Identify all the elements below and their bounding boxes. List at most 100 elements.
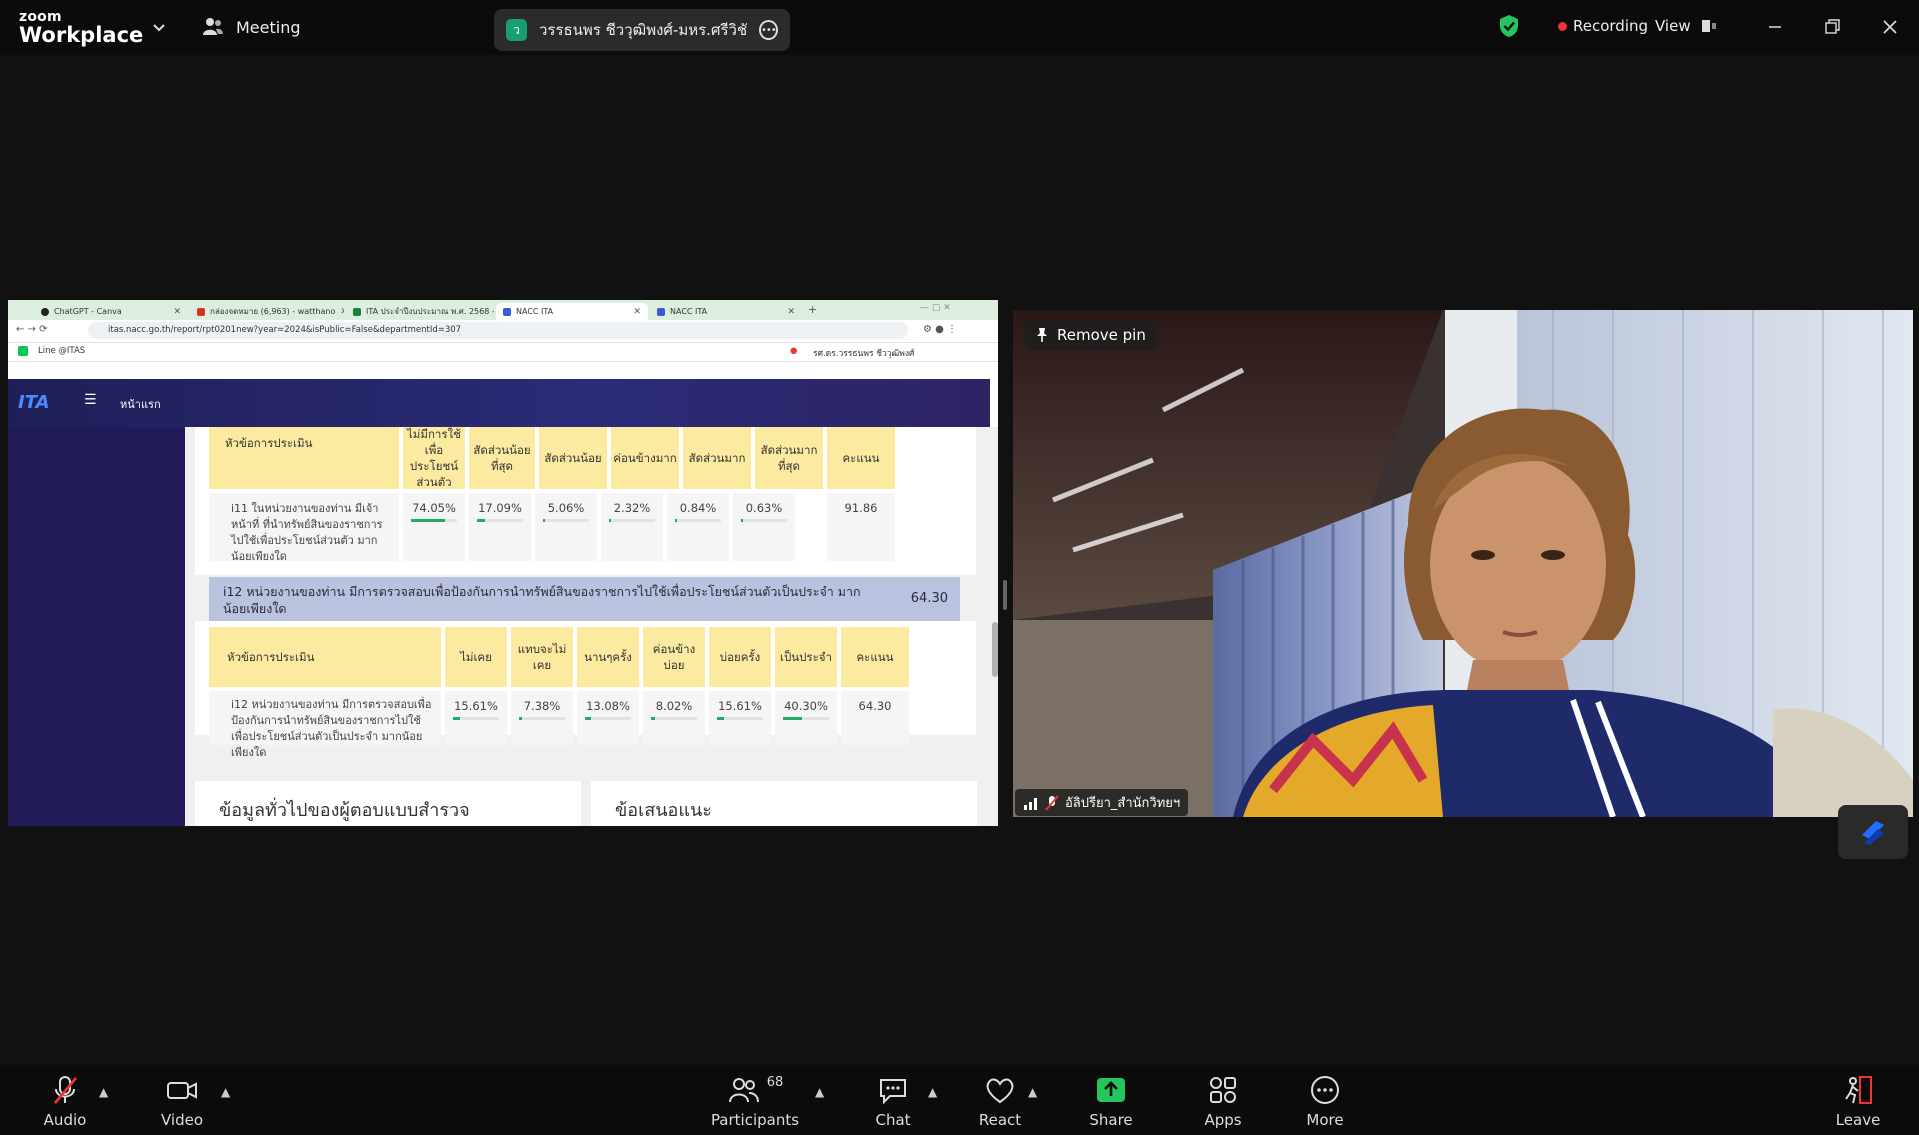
participants-button[interactable]: 68 Participants xyxy=(710,1075,800,1129)
site-left-nav xyxy=(8,427,185,826)
percent-cell: 2.32% xyxy=(601,493,663,561)
zoom-workplace-logo[interactable]: zoom Workplace xyxy=(19,10,143,46)
meeting-menu[interactable]: Meeting xyxy=(202,17,301,37)
hamburger-icon[interactable]: ☰ xyxy=(84,392,97,408)
percent-cell: 74.05% xyxy=(403,493,465,561)
share-button[interactable]: Share xyxy=(1066,1075,1156,1129)
nacc-icon xyxy=(657,307,665,316)
percent-cell: 0.63% xyxy=(733,493,795,561)
chat-options-caret-icon[interactable]: ▲ xyxy=(928,1085,937,1099)
row-title-text: i11 ในหน่วยงานของท่าน มีเจ้าหน้าที่ ที่น… xyxy=(231,502,383,563)
percent-value: 0.84% xyxy=(679,501,717,515)
speaker-name: วรรธนพร ชีววุฒิพงศ์-มหร.ศรีวิชัย's sc xyxy=(538,21,747,39)
percent-bar-fill xyxy=(453,717,460,720)
tab-label: กล่องจดหมาย (6,963) - watthano xyxy=(210,307,336,316)
tab-close-icon[interactable]: ✕ xyxy=(633,307,641,317)
percent-cell: 15.61% xyxy=(445,691,507,745)
ita-logo[interactable]: ITA xyxy=(18,392,50,413)
user-menu[interactable]: รศ.ดร.วรรธนพร ชีววุฒิพงศ์ xyxy=(813,346,914,360)
report-content: หัวข้อการประเมิน ไม่มีการใช้เพื่อประโยชน… xyxy=(185,427,998,826)
chat-button[interactable]: Chat xyxy=(848,1075,938,1129)
react-options-caret-icon[interactable]: ▲ xyxy=(1028,1085,1037,1099)
chevron-down-icon[interactable] xyxy=(152,20,166,34)
percent-value: 15.61% xyxy=(718,699,762,713)
restore-icon[interactable] xyxy=(1821,16,1843,38)
percent-value: 7.38% xyxy=(523,699,561,713)
apps-button[interactable]: Apps xyxy=(1178,1075,1268,1129)
more-button[interactable]: More xyxy=(1280,1075,1370,1129)
percent-cell: 13.08% xyxy=(577,691,639,745)
bell-icon[interactable]: ● xyxy=(790,346,797,356)
percent-cell: 17.09% xyxy=(469,493,531,561)
browser-tab[interactable]: กล่องจดหมาย (6,963) - watthano ✕ xyxy=(190,303,344,320)
percent-cell: 8.02% xyxy=(643,691,705,745)
app-logo-icon xyxy=(1862,821,1884,845)
percent-bar xyxy=(741,519,787,522)
percent-cell: 40.30% xyxy=(775,691,837,745)
video-button[interactable]: Video xyxy=(137,1075,227,1129)
participant-name: อัลิปรียา_สำนักวิทยฯ xyxy=(1065,796,1181,811)
percent-value: 8.02% xyxy=(655,699,693,713)
participants-options-caret-icon[interactable]: ▲ xyxy=(815,1085,824,1099)
browser-tab[interactable]: ITA ประจำปีงบประมาณ พ.ศ. 2568 -✕ xyxy=(346,303,494,320)
active-speaker-pill[interactable]: ว วรรธนพร ชีววุฒิพงศ์-มหร.ศรีวิชัย's sc … xyxy=(494,9,790,51)
home-link[interactable]: หน้าแรก xyxy=(120,395,161,413)
leave-label: Leave xyxy=(1835,1111,1881,1129)
tab-close-icon[interactable]: ✕ xyxy=(340,307,344,317)
shared-screen[interactable]: ChatGPT - Canva ✕ กล่องจดหมาย (6,963) - w… xyxy=(8,300,998,826)
tab-label: ChatGPT - Canva xyxy=(54,307,122,316)
browser-tab[interactable]: NACC ITA ✕ xyxy=(650,303,802,320)
percent-value: 15.61% xyxy=(454,699,498,713)
shield-check-icon[interactable] xyxy=(1498,14,1520,38)
split-drag-handle[interactable] xyxy=(1003,580,1007,610)
react-button[interactable]: React xyxy=(955,1075,1045,1129)
score-cell: 64.30 xyxy=(841,691,909,745)
percent-cell: 5.06% xyxy=(535,493,597,561)
recording-label[interactable]: Recording xyxy=(1573,17,1648,35)
browser-actions-icon[interactable]: ⚙ ● ⋮ xyxy=(923,324,957,335)
table-row-title: i11 ในหน่วยงานของท่าน มีเจ้าหน้าที่ ที่น… xyxy=(209,493,399,563)
view-label: View xyxy=(1655,17,1691,35)
heart-icon xyxy=(986,1078,1014,1104)
audio-options-caret-icon[interactable]: ▲ xyxy=(99,1085,108,1099)
more-options-icon[interactable]: ••• xyxy=(758,20,778,40)
window-controls-icon[interactable]: — ▢ ✕ xyxy=(920,303,951,313)
page-scrollbar[interactable] xyxy=(992,622,998,677)
bookmark-line-itas[interactable]: Line @ITAS xyxy=(38,346,85,356)
table-header-cell: ไม่เคย xyxy=(445,627,507,687)
percent-cell: 7.38% xyxy=(511,691,573,745)
score-cell: 91.86 xyxy=(827,493,895,561)
new-tab-icon[interactable]: + xyxy=(808,303,817,316)
video-camera-icon xyxy=(167,1082,197,1099)
tab-close-icon[interactable]: ✕ xyxy=(173,307,181,317)
table-header-cell: ค่อนข้างบ่อย xyxy=(643,627,705,687)
percent-bar xyxy=(543,519,589,522)
top-bar: zoom Workplace Meeting ว วรรธนพร ชีววุฒิ… xyxy=(0,0,1919,55)
view-button[interactable]: View xyxy=(1655,17,1717,35)
table-header-cell: นานๆครั้ง xyxy=(577,627,639,687)
url-text: itas.nacc.go.th/report/rpt0201new?year=2… xyxy=(108,325,462,335)
table-header-cell: คะแนน xyxy=(841,627,909,687)
percent-bar-fill xyxy=(651,717,655,720)
participant-name-tag: อัลิปรียา_สำนักวิทยฯ xyxy=(1015,789,1189,816)
audio-button[interactable]: Audio xyxy=(20,1075,110,1129)
i12-score: 64.30 xyxy=(910,591,948,606)
video-options-caret-icon[interactable]: ▲ xyxy=(221,1085,230,1099)
percent-bar-fill xyxy=(717,717,724,720)
tab-close-icon[interactable]: ✕ xyxy=(787,307,795,317)
participants-icon xyxy=(728,1078,759,1103)
close-icon[interactable] xyxy=(1879,16,1901,38)
floating-app-button[interactable] xyxy=(1838,805,1908,859)
video-label: Video xyxy=(160,1111,204,1129)
percent-bar xyxy=(717,717,763,720)
remove-pin-button[interactable]: Remove pin xyxy=(1025,320,1156,350)
remove-pin-label: Remove pin xyxy=(1057,326,1146,344)
leave-button[interactable]: Leave xyxy=(1813,1075,1903,1129)
pinned-video[interactable]: Remove pin อัลิปรียา_สำนักวิทยฯ xyxy=(1013,310,1913,817)
browser-tab[interactable]: ChatGPT - Canva ✕ xyxy=(34,303,188,320)
browser-tab-active[interactable]: NACC ITA ✕ xyxy=(496,303,648,320)
table-header-cell: หัวข้อการประเมิน xyxy=(209,627,441,687)
nav-arrows-icon[interactable]: ← → ⟳ xyxy=(16,324,48,335)
minimize-icon[interactable] xyxy=(1764,16,1786,38)
react-label: React xyxy=(978,1111,1022,1129)
